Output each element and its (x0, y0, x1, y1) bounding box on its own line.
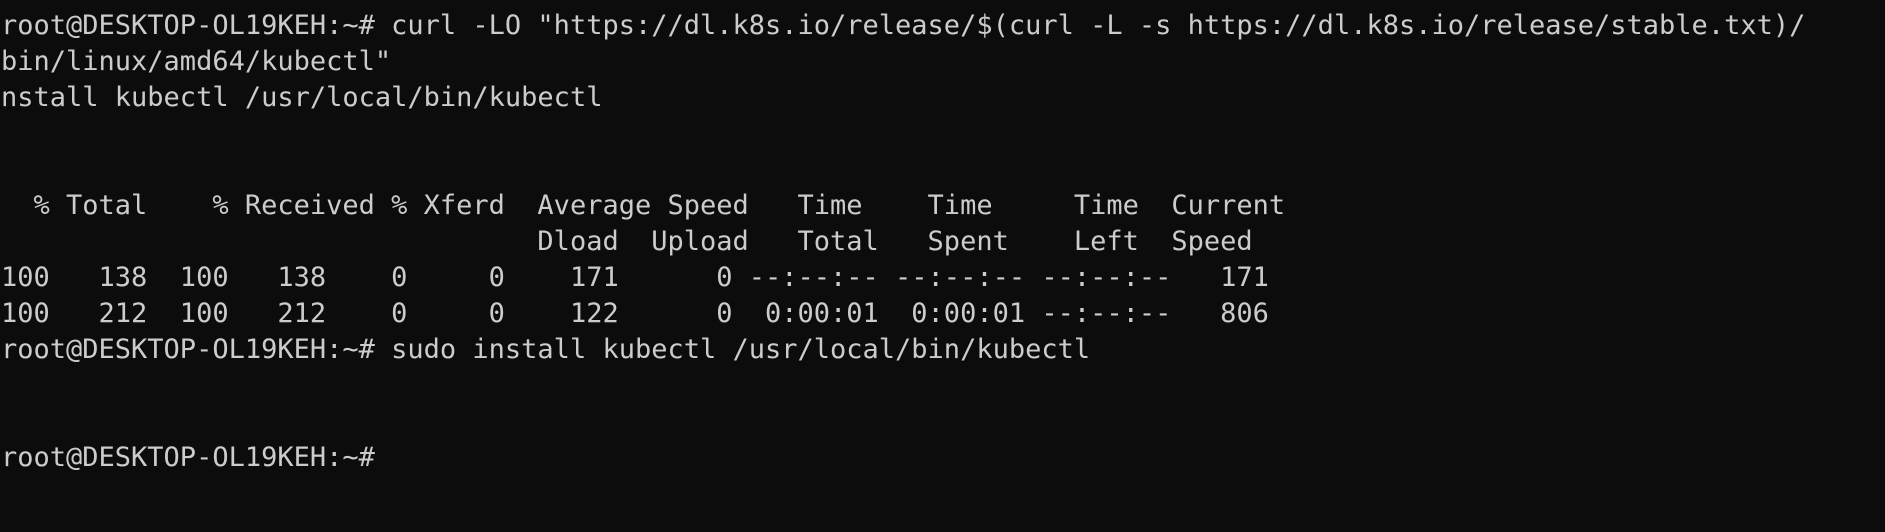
terminal-current-prompt[interactable]: root@DESKTOP-OL19KEH:~# (1, 440, 1885, 476)
terminal-line-curl-command-continuation: bin/linux/amd64/kubectl" (1, 46, 392, 77)
curl-progress-row-2: 100 212 100 212 0 0 122 0 0:00:01 0:00:0… (1, 298, 1269, 329)
terminal-line-partial-output: md64 (1, 0, 1885, 8)
cursor (391, 442, 406, 472)
terminal-line-install-fragment: nstall kubectl /usr/local/bin/kubectl (1, 82, 603, 113)
curl-progress-row-1: 100 138 100 138 0 0 171 0 --:--:-- --:--… (1, 262, 1269, 293)
curl-progress-header-2: Dload Upload Total Spent Left Speed (1, 226, 1253, 257)
terminal-line-sudo-install-command: root@DESKTOP-OL19KEH:~# sudo install kub… (1, 334, 1091, 365)
shell-prompt: root@DESKTOP-OL19KEH:~# (1, 442, 392, 473)
curl-progress-header-1: % Total % Received % Xferd Average Speed… (1, 190, 1286, 221)
terminal-line-curl-command: root@DESKTOP-OL19KEH:~# curl -LO "https:… (1, 10, 1806, 41)
terminal-window[interactable]: md64 root@DESKTOP-OL19KEH:~# curl -LO "h… (0, 0, 1885, 532)
